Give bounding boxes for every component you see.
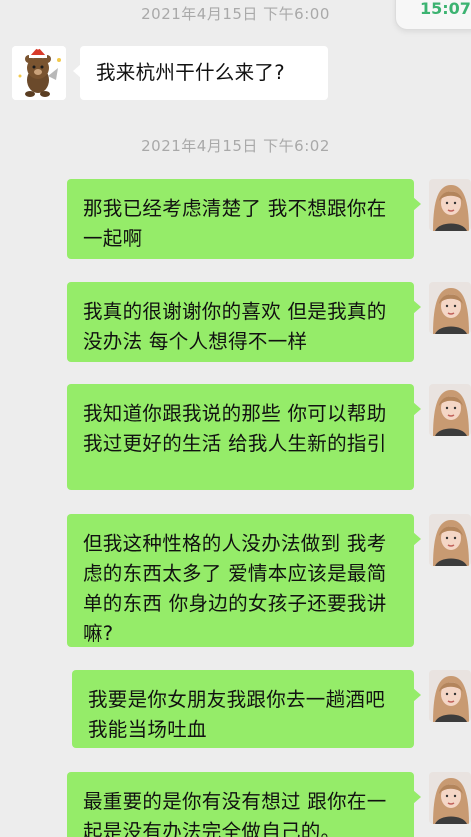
woman-portrait-icon bbox=[429, 384, 471, 436]
woman-portrait-icon bbox=[429, 282, 471, 334]
outgoing-message-bubble[interactable]: 我真的很谢谢你的喜欢 但是我真的没办法 每个人想得不一样 bbox=[67, 282, 421, 362]
outgoing-message-bubble[interactable]: 但我这种性格的人没办法做到 我考虑的东西太多了 爱情本应该是最简单的东西 你身边… bbox=[67, 514, 421, 647]
outgoing-avatar[interactable] bbox=[429, 514, 471, 566]
outgoing-avatar[interactable] bbox=[429, 282, 471, 334]
timestamp-2: 2021年4月15日 下午6:02 bbox=[141, 137, 330, 155]
outgoing-message-bubble[interactable]: 我知道你跟我说的那些 你可以帮助我过更好的生活 给我人生新的指引 bbox=[67, 384, 421, 490]
woman-portrait-icon bbox=[429, 514, 471, 566]
incoming-message-bubble[interactable]: 我来杭州干什么来了? bbox=[73, 46, 328, 100]
outgoing-message-bubble[interactable]: 最重要的是你有没有想过 跟你在一起是没有办法完全做自己的。 bbox=[67, 772, 421, 837]
cartoon-bear-icon bbox=[12, 46, 66, 100]
timestamp-1: 2021年4月15日 下午6:00 bbox=[141, 5, 330, 23]
outgoing-avatar[interactable] bbox=[429, 772, 471, 824]
incoming-avatar[interactable] bbox=[12, 46, 66, 100]
outgoing-avatar[interactable] bbox=[429, 670, 471, 722]
outgoing-avatar[interactable] bbox=[429, 179, 471, 231]
outgoing-message-bubble[interactable]: 我要是你女朋友我跟你去一趟酒吧我能当场吐血 bbox=[72, 670, 421, 748]
chat-screen: 15:07 2021年4月15日 下午6:00 我来杭州干什么来了? 2021年… bbox=[0, 0, 471, 837]
woman-portrait-icon bbox=[429, 179, 471, 231]
woman-portrait-icon bbox=[429, 772, 471, 824]
woman-portrait-icon bbox=[429, 670, 471, 722]
outgoing-message-bubble[interactable]: 那我已经考虑清楚了 我不想跟你在一起啊 bbox=[67, 179, 421, 259]
outgoing-avatar[interactable] bbox=[429, 384, 471, 436]
